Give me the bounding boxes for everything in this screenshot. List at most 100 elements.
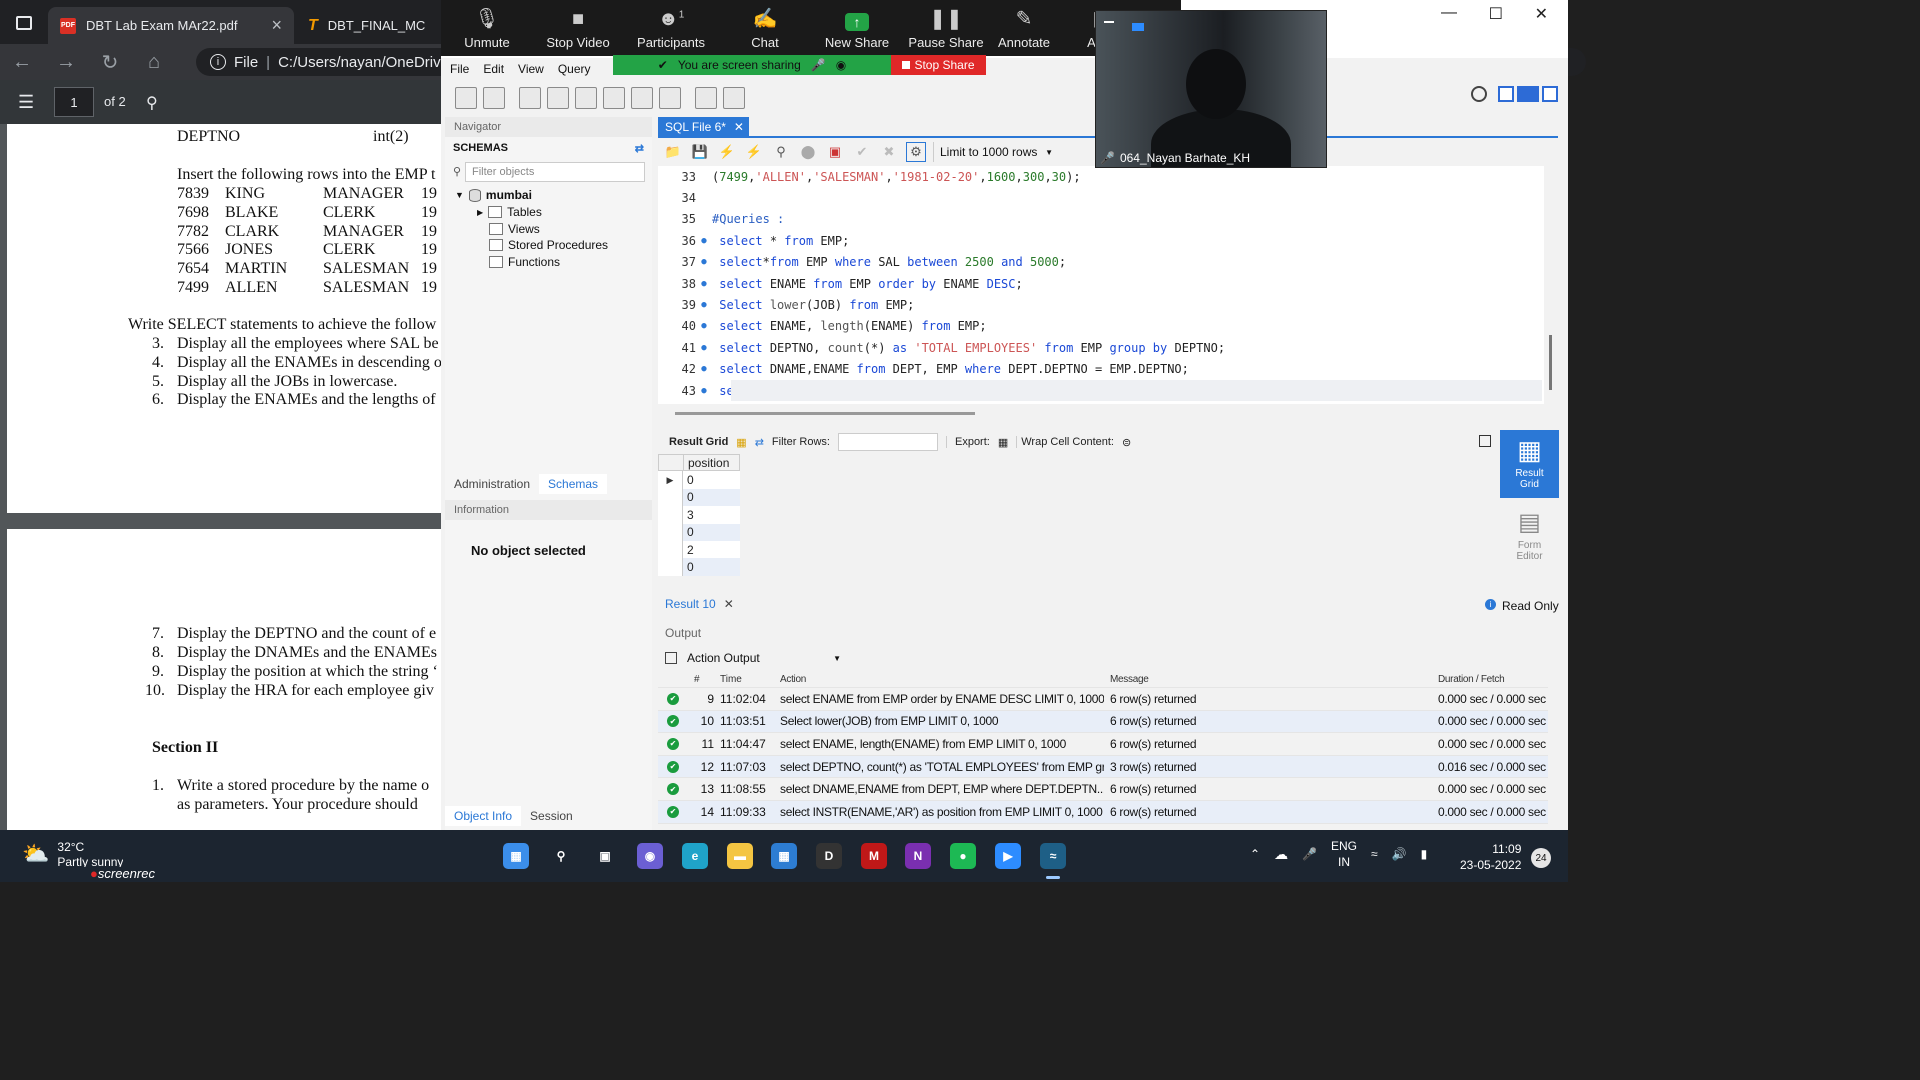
create-procedure-icon[interactable] bbox=[631, 87, 653, 109]
grid-cell[interactable]: 0 bbox=[683, 488, 740, 507]
save-icon[interactable]: 💾 bbox=[690, 142, 710, 162]
toggle-error-icon[interactable]: ▣ bbox=[825, 142, 845, 162]
chevron-up-icon[interactable]: ⌃ bbox=[1250, 847, 1260, 861]
refresh-schemas-icon[interactable]: ⇄ bbox=[635, 142, 644, 155]
execute-icon[interactable]: ⚡ bbox=[717, 142, 737, 162]
tab-schemas[interactable]: Schemas bbox=[539, 474, 608, 494]
tree-item-functions[interactable]: Functions bbox=[489, 255, 560, 269]
language[interactable]: ENG bbox=[1331, 838, 1357, 854]
code-line[interactable]: 38 ● select ENAME from EMP order by ENAME… bbox=[658, 273, 1544, 294]
autocommit-icon[interactable]: ⚙ bbox=[906, 142, 926, 162]
participant-video[interactable]: 🎤 064_Nayan Barhate_KH bbox=[1095, 10, 1327, 168]
start-icon[interactable]: ▦ bbox=[503, 843, 529, 869]
search-table-icon[interactable] bbox=[695, 87, 717, 109]
toggle-sidebar-icon[interactable] bbox=[1498, 86, 1514, 102]
tab-session[interactable]: Session bbox=[521, 806, 582, 826]
create-view-icon[interactable] bbox=[603, 87, 625, 109]
spotify-icon[interactable]: ● bbox=[950, 843, 976, 869]
search-icon[interactable]: ⚲ bbox=[146, 93, 158, 113]
expand-arrow-icon[interactable]: ▼ bbox=[455, 190, 464, 200]
tab-administration[interactable]: Administration bbox=[445, 474, 539, 494]
minimize-icon[interactable]: — bbox=[1441, 4, 1457, 24]
home-icon[interactable]: ⌂ bbox=[132, 51, 176, 74]
output-row[interactable]: ✔ 11 11:04:47 select ENAME, length(ENAME) f… bbox=[658, 733, 1548, 756]
form-editor-side-button[interactable]: ▤ Form Editor bbox=[1500, 502, 1559, 563]
output-row[interactable]: ✔ 12 11:07:03 select DEPTNO, count(*) as 'T… bbox=[658, 755, 1548, 779]
zoom-new-share-button[interactable]: ↑ New Share bbox=[811, 0, 903, 56]
menu-edit[interactable]: Edit bbox=[483, 62, 504, 76]
editor-scrollbar[interactable] bbox=[675, 412, 975, 415]
panel-toggle-icon[interactable] bbox=[1479, 435, 1491, 447]
close-icon[interactable]: × bbox=[271, 15, 282, 36]
zoom-annotate-button[interactable]: ✎ Annotate bbox=[989, 0, 1059, 56]
clock[interactable]: 11:09 23-05-2022 bbox=[1460, 841, 1521, 873]
zoom-chat-button[interactable]: ✍ Chat bbox=[719, 0, 811, 56]
zoom-unmute-button[interactable]: 🎙 Unmute bbox=[441, 0, 533, 56]
page-number-input[interactable]: 1 bbox=[54, 87, 94, 117]
wifi-icon[interactable]: ≈ bbox=[1371, 847, 1378, 861]
dell-icon[interactable]: D bbox=[816, 843, 842, 869]
copy-icon[interactable] bbox=[665, 652, 677, 664]
onenote-icon[interactable]: N bbox=[905, 843, 931, 869]
rollback-icon[interactable]: ✖ bbox=[879, 142, 899, 162]
toggle-secondary-sidebar-icon[interactable] bbox=[1542, 86, 1558, 102]
export-icon[interactable]: ▦ bbox=[998, 436, 1008, 449]
close-icon[interactable]: ✕ bbox=[734, 120, 744, 134]
zoom-participants-button[interactable]: ☻1 Participants bbox=[623, 0, 719, 56]
zoom-stop-video-button[interactable]: ■ Stop Video bbox=[533, 0, 623, 56]
create-table-icon[interactable] bbox=[575, 87, 597, 109]
tab-sql-file[interactable]: SQL File 6* ✕ bbox=[658, 117, 749, 137]
expand-arrow-icon[interactable]: ▶ bbox=[477, 208, 483, 217]
result-grid-side-button[interactable]: ▦ Result Grid bbox=[1500, 430, 1559, 498]
grid-row[interactable]: 2 bbox=[658, 540, 740, 559]
menu-query[interactable]: Query bbox=[558, 62, 591, 76]
grid-row[interactable]: 0 bbox=[658, 558, 740, 576]
grid-cell[interactable]: 2 bbox=[683, 540, 740, 559]
column-header[interactable]: position bbox=[684, 455, 739, 471]
toggle-output-icon[interactable] bbox=[1517, 86, 1539, 102]
grid-cell[interactable]: 0 bbox=[683, 523, 740, 541]
grid-row[interactable]: 0 bbox=[658, 523, 740, 541]
reconnect-icon[interactable] bbox=[723, 87, 745, 109]
filter-rows-input[interactable] bbox=[837, 433, 938, 451]
open-file-icon[interactable]: 📁 bbox=[663, 142, 683, 162]
output-row[interactable]: ✔ 9 11:02:04 select ENAME from EMP order by… bbox=[658, 688, 1548, 711]
microphone-icon[interactable]: 🎤 bbox=[1302, 847, 1317, 861]
tab-pdf[interactable]: PDF DBT Lab Exam MAr22.pdf × bbox=[48, 7, 294, 44]
tab-object-info[interactable]: Object Info bbox=[445, 806, 522, 826]
mic-off-icon[interactable]: 🎤 bbox=[811, 58, 826, 72]
edge-icon[interactable]: e bbox=[682, 843, 708, 869]
notification-badge[interactable]: 24 bbox=[1531, 848, 1551, 868]
zoom-icon[interactable]: ▶ bbox=[995, 843, 1021, 869]
grid-row[interactable]: 0 bbox=[658, 488, 740, 507]
code-line[interactable]: 41 ● select DEPTNO, count(*) as 'TOTAL EM… bbox=[658, 337, 1544, 358]
code-line[interactable]: 36 ● select * from EMP; bbox=[658, 230, 1544, 251]
output-mode-select[interactable]: Action Output ▼ bbox=[665, 648, 841, 668]
create-schema-icon[interactable] bbox=[547, 87, 569, 109]
onedrive-icon[interactable]: ☁ bbox=[1274, 846, 1288, 863]
inspector-icon[interactable] bbox=[519, 87, 541, 109]
zoom-pause-share-button[interactable]: ❚❚ Pause Share bbox=[903, 0, 989, 56]
tree-item-tables[interactable]: ▶ Tables bbox=[477, 205, 542, 219]
forward-icon[interactable]: → bbox=[44, 51, 88, 74]
search-icon[interactable]: ⚲ bbox=[548, 843, 574, 869]
file-explorer-icon[interactable]: ▬ bbox=[727, 843, 753, 869]
code-line[interactable]: 39 ● Select lower(JOB) from EMP; bbox=[658, 294, 1544, 315]
create-function-icon[interactable] bbox=[659, 87, 681, 109]
output-row[interactable]: ✔ 13 11:08:55 select DNAME,ENAME from DEPT,… bbox=[658, 778, 1548, 801]
close-window-icon[interactable]: ✕ bbox=[1535, 4, 1548, 24]
sql-editor[interactable]: 33 (7499,'ALLEN','SALESMAN','1981-02-20',… bbox=[658, 166, 1544, 404]
menu-file[interactable]: File bbox=[450, 62, 469, 76]
stop-share-button[interactable]: Stop Share bbox=[891, 55, 986, 75]
refresh-icon[interactable]: ⇄ bbox=[755, 436, 764, 449]
mcafee-icon[interactable]: M bbox=[861, 843, 887, 869]
code-line[interactable]: 40 ● select ENAME, length(ENAME) from EMP… bbox=[658, 316, 1544, 337]
grid-cell[interactable]: 3 bbox=[683, 506, 740, 524]
task-view-icon[interactable]: ▣ bbox=[592, 843, 618, 869]
reload-icon[interactable]: ↻ bbox=[88, 50, 132, 75]
execute-current-icon[interactable]: ⚡ bbox=[744, 142, 764, 162]
new-sql-tab-icon[interactable] bbox=[455, 87, 477, 109]
open-sql-script-icon[interactable] bbox=[483, 87, 505, 109]
grid-row[interactable]: ▶ 0 bbox=[658, 471, 740, 489]
tab-actions-icon[interactable] bbox=[16, 16, 32, 30]
